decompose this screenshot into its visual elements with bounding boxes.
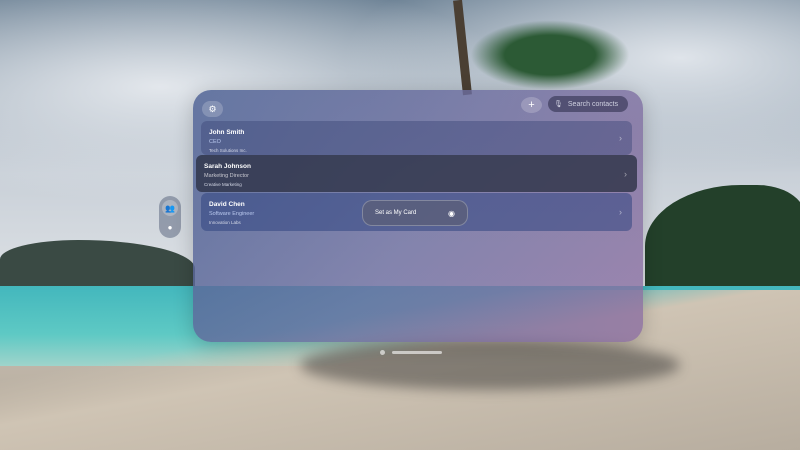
close-dot[interactable] <box>380 350 385 355</box>
window-grabber[interactable] <box>392 351 442 354</box>
contacts-tab-icon[interactable]: 👥 <box>162 200 178 216</box>
search-input[interactable]: 🎙 Search contacts <box>548 96 628 112</box>
contact-title: CEO <box>209 139 221 145</box>
chevron-right-icon: › <box>624 168 627 179</box>
set-as-my-card-menu-item[interactable]: Set as My Card ◉ <box>362 200 468 226</box>
palm-shadow <box>300 340 680 390</box>
person-crop-circle-icon: ◉ <box>448 208 455 218</box>
contact-company: Creative Marketing <box>204 182 242 187</box>
my-card-tab-icon[interactable]: ● <box>162 219 178 235</box>
gear-icon[interactable]: ⚙ <box>202 101 223 117</box>
search-placeholder: Search contacts <box>567 100 619 108</box>
contact-row-selected[interactable]: Sarah Johnson Marketing Director Creativ… <box>196 155 637 192</box>
contact-name: John Smith <box>209 129 245 136</box>
palm-leaves <box>470 20 630 90</box>
mic-icon[interactable]: 🎙 <box>554 100 563 108</box>
contact-row[interactable]: John Smith CEO Tech Solutions Inc. › <box>201 121 632 155</box>
menu-label: Set as My Card <box>375 210 417 216</box>
contact-company: Tech Solutions Inc. <box>209 148 247 153</box>
add-contact-button[interactable]: + <box>521 97 542 113</box>
tab-ornament: 👥 ● <box>159 196 181 238</box>
chevron-right-icon: › <box>619 207 622 217</box>
chevron-right-icon: › <box>619 133 622 143</box>
contact-title: Marketing Director <box>204 173 249 179</box>
contact-name: Sarah Johnson <box>204 163 251 170</box>
